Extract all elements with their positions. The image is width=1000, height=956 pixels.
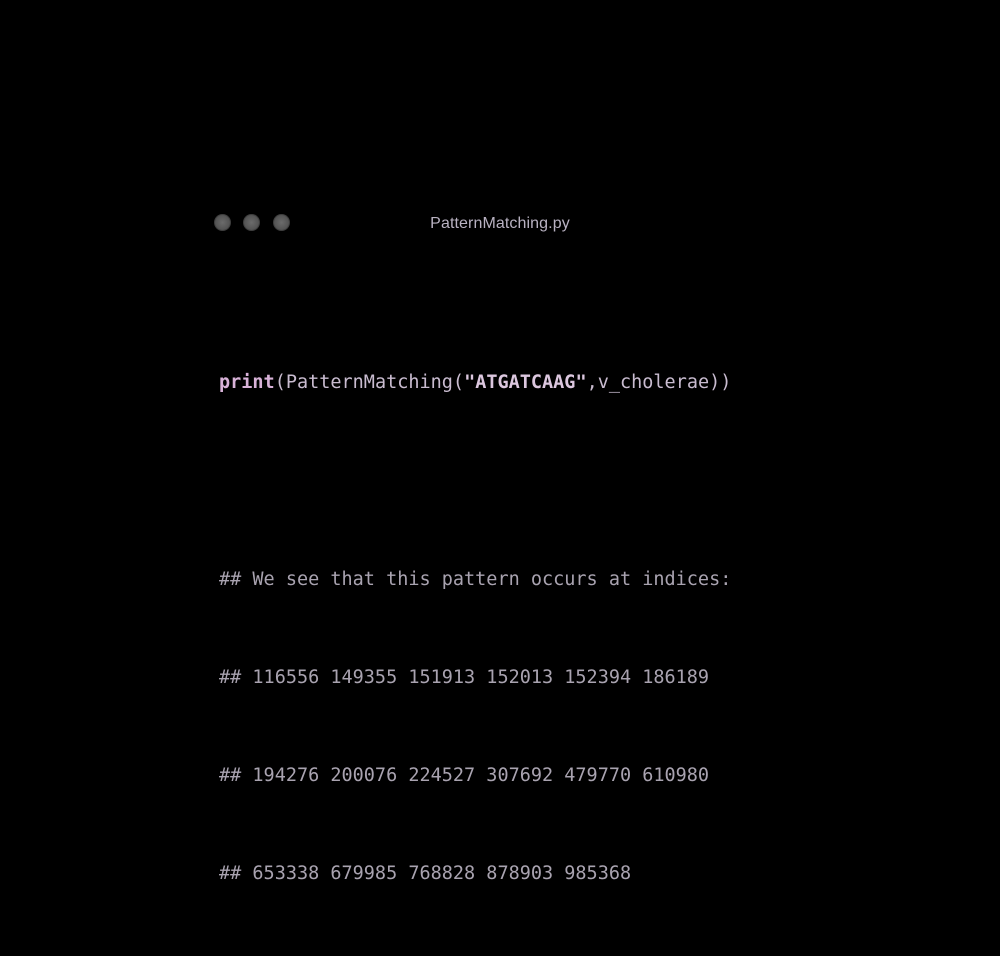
code-comment-line: ## 194276 200076 224527 307692 479770 61… <box>219 764 710 786</box>
code-comment-line: ## We see that this pattern occurs at in… <box>219 568 732 590</box>
code-variable: v_cholerae <box>597 372 710 394</box>
code-paren-open: ( <box>274 372 286 394</box>
code-comment-line: ## 116556 149355 151913 152013 152394 18… <box>219 666 710 688</box>
code-paren-close: )) <box>709 372 732 394</box>
code-keyword: print <box>219 372 275 394</box>
code-line-print: print(PatternMatching("ATGATCAAG",v_chol… <box>219 367 731 400</box>
code-function-name: PatternMatching <box>285 372 453 394</box>
window-titlebar: PatternMatching.py <box>212 205 788 245</box>
code-comma: , <box>586 372 598 394</box>
window-title: PatternMatching.py <box>430 215 570 232</box>
code-window: PatternMatching.py print(PatternMatching… <box>212 205 788 884</box>
code-paren-open-2: ( <box>452 372 465 394</box>
code-string-literal: "ATGATCAAG" <box>464 372 587 394</box>
code-comment-line: ## 653338 679985 768828 878903 985368 <box>219 862 632 884</box>
code-block: print(PatternMatching("ATGATCAAG",v_chol… <box>219 302 731 956</box>
